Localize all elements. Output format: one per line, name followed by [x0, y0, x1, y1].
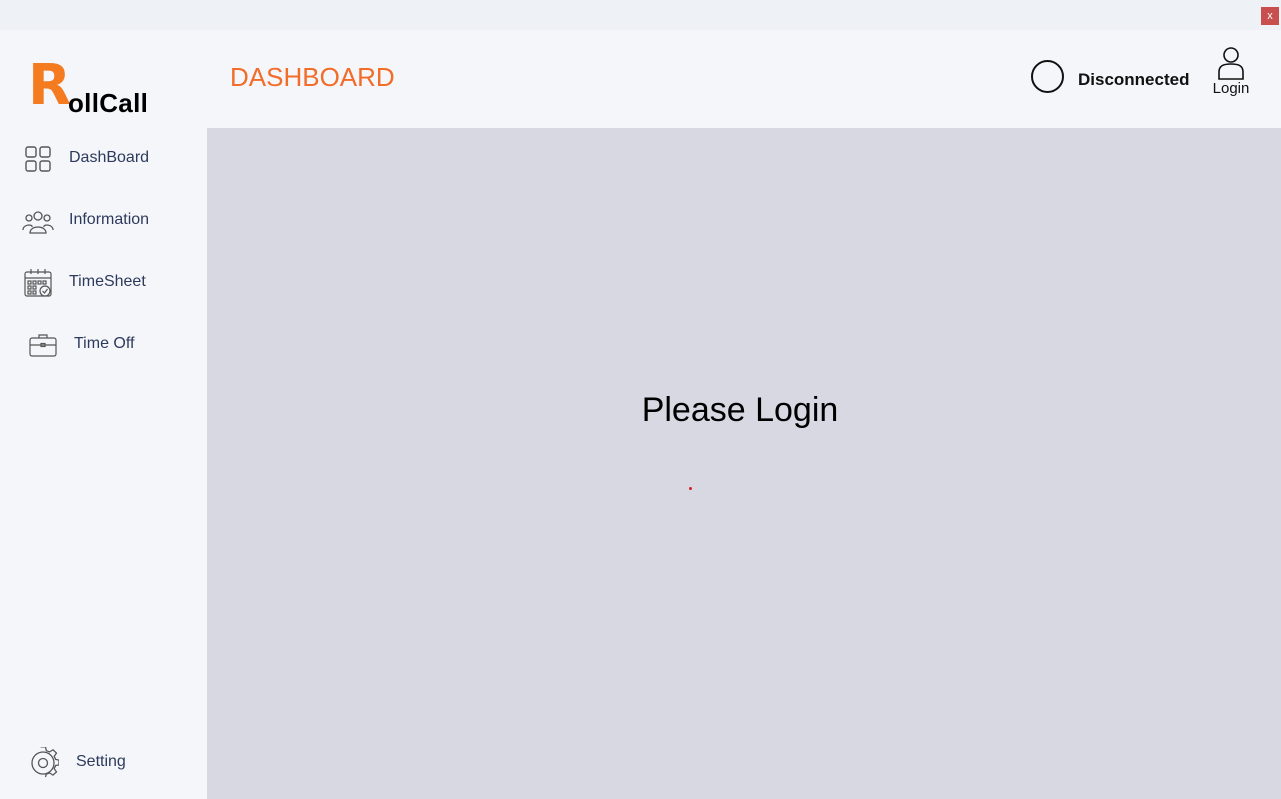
gear-icon — [31, 747, 59, 778]
briefcase-icon — [29, 334, 57, 357]
sidebar-item-label: DashBoard — [69, 149, 150, 166]
window-titlebar: x — [0, 0, 1281, 30]
login-label: Login — [1212, 80, 1250, 97]
sidebar-item-dashboard[interactable]: DashBoard — [0, 137, 207, 181]
sidebar-item-label: Information — [69, 211, 150, 228]
app-logo: R ollCall — [28, 53, 198, 119]
login-button[interactable]: Login — [1209, 46, 1253, 102]
sidebar-item-timesheet[interactable]: TimeSheet — [0, 261, 207, 305]
please-login-message: Please Login — [641, 391, 839, 429]
calendar-icon — [24, 269, 52, 297]
page-title: DASHBOARD — [230, 62, 395, 92]
connection-status-text: Disconnected — [1078, 70, 1190, 89]
connection-status-indicator — [1031, 60, 1064, 93]
sidebar-item-setting[interactable]: Setting — [0, 741, 207, 785]
grid-icon — [25, 146, 51, 172]
logo-initial: R — [28, 53, 72, 118]
loading-dot — [689, 487, 692, 490]
logo-text: ollCall — [68, 88, 149, 118]
sidebar: R ollCall DashBoard Information TimeShee… — [0, 30, 207, 799]
main-content: Please Login — [207, 128, 1281, 799]
sidebar-item-label: Setting — [76, 753, 126, 770]
sidebar-item-information[interactable]: Information — [0, 199, 207, 243]
sidebar-item-label: Time Off — [74, 335, 135, 352]
sidebar-item-label: TimeSheet — [69, 273, 146, 290]
close-button[interactable]: x — [1261, 7, 1279, 25]
user-icon — [1218, 47, 1244, 80]
people-icon — [22, 211, 54, 234]
sidebar-item-time-off[interactable]: Time Off — [0, 323, 207, 367]
header-bar: DASHBOARD Disconnected Login — [207, 30, 1281, 128]
